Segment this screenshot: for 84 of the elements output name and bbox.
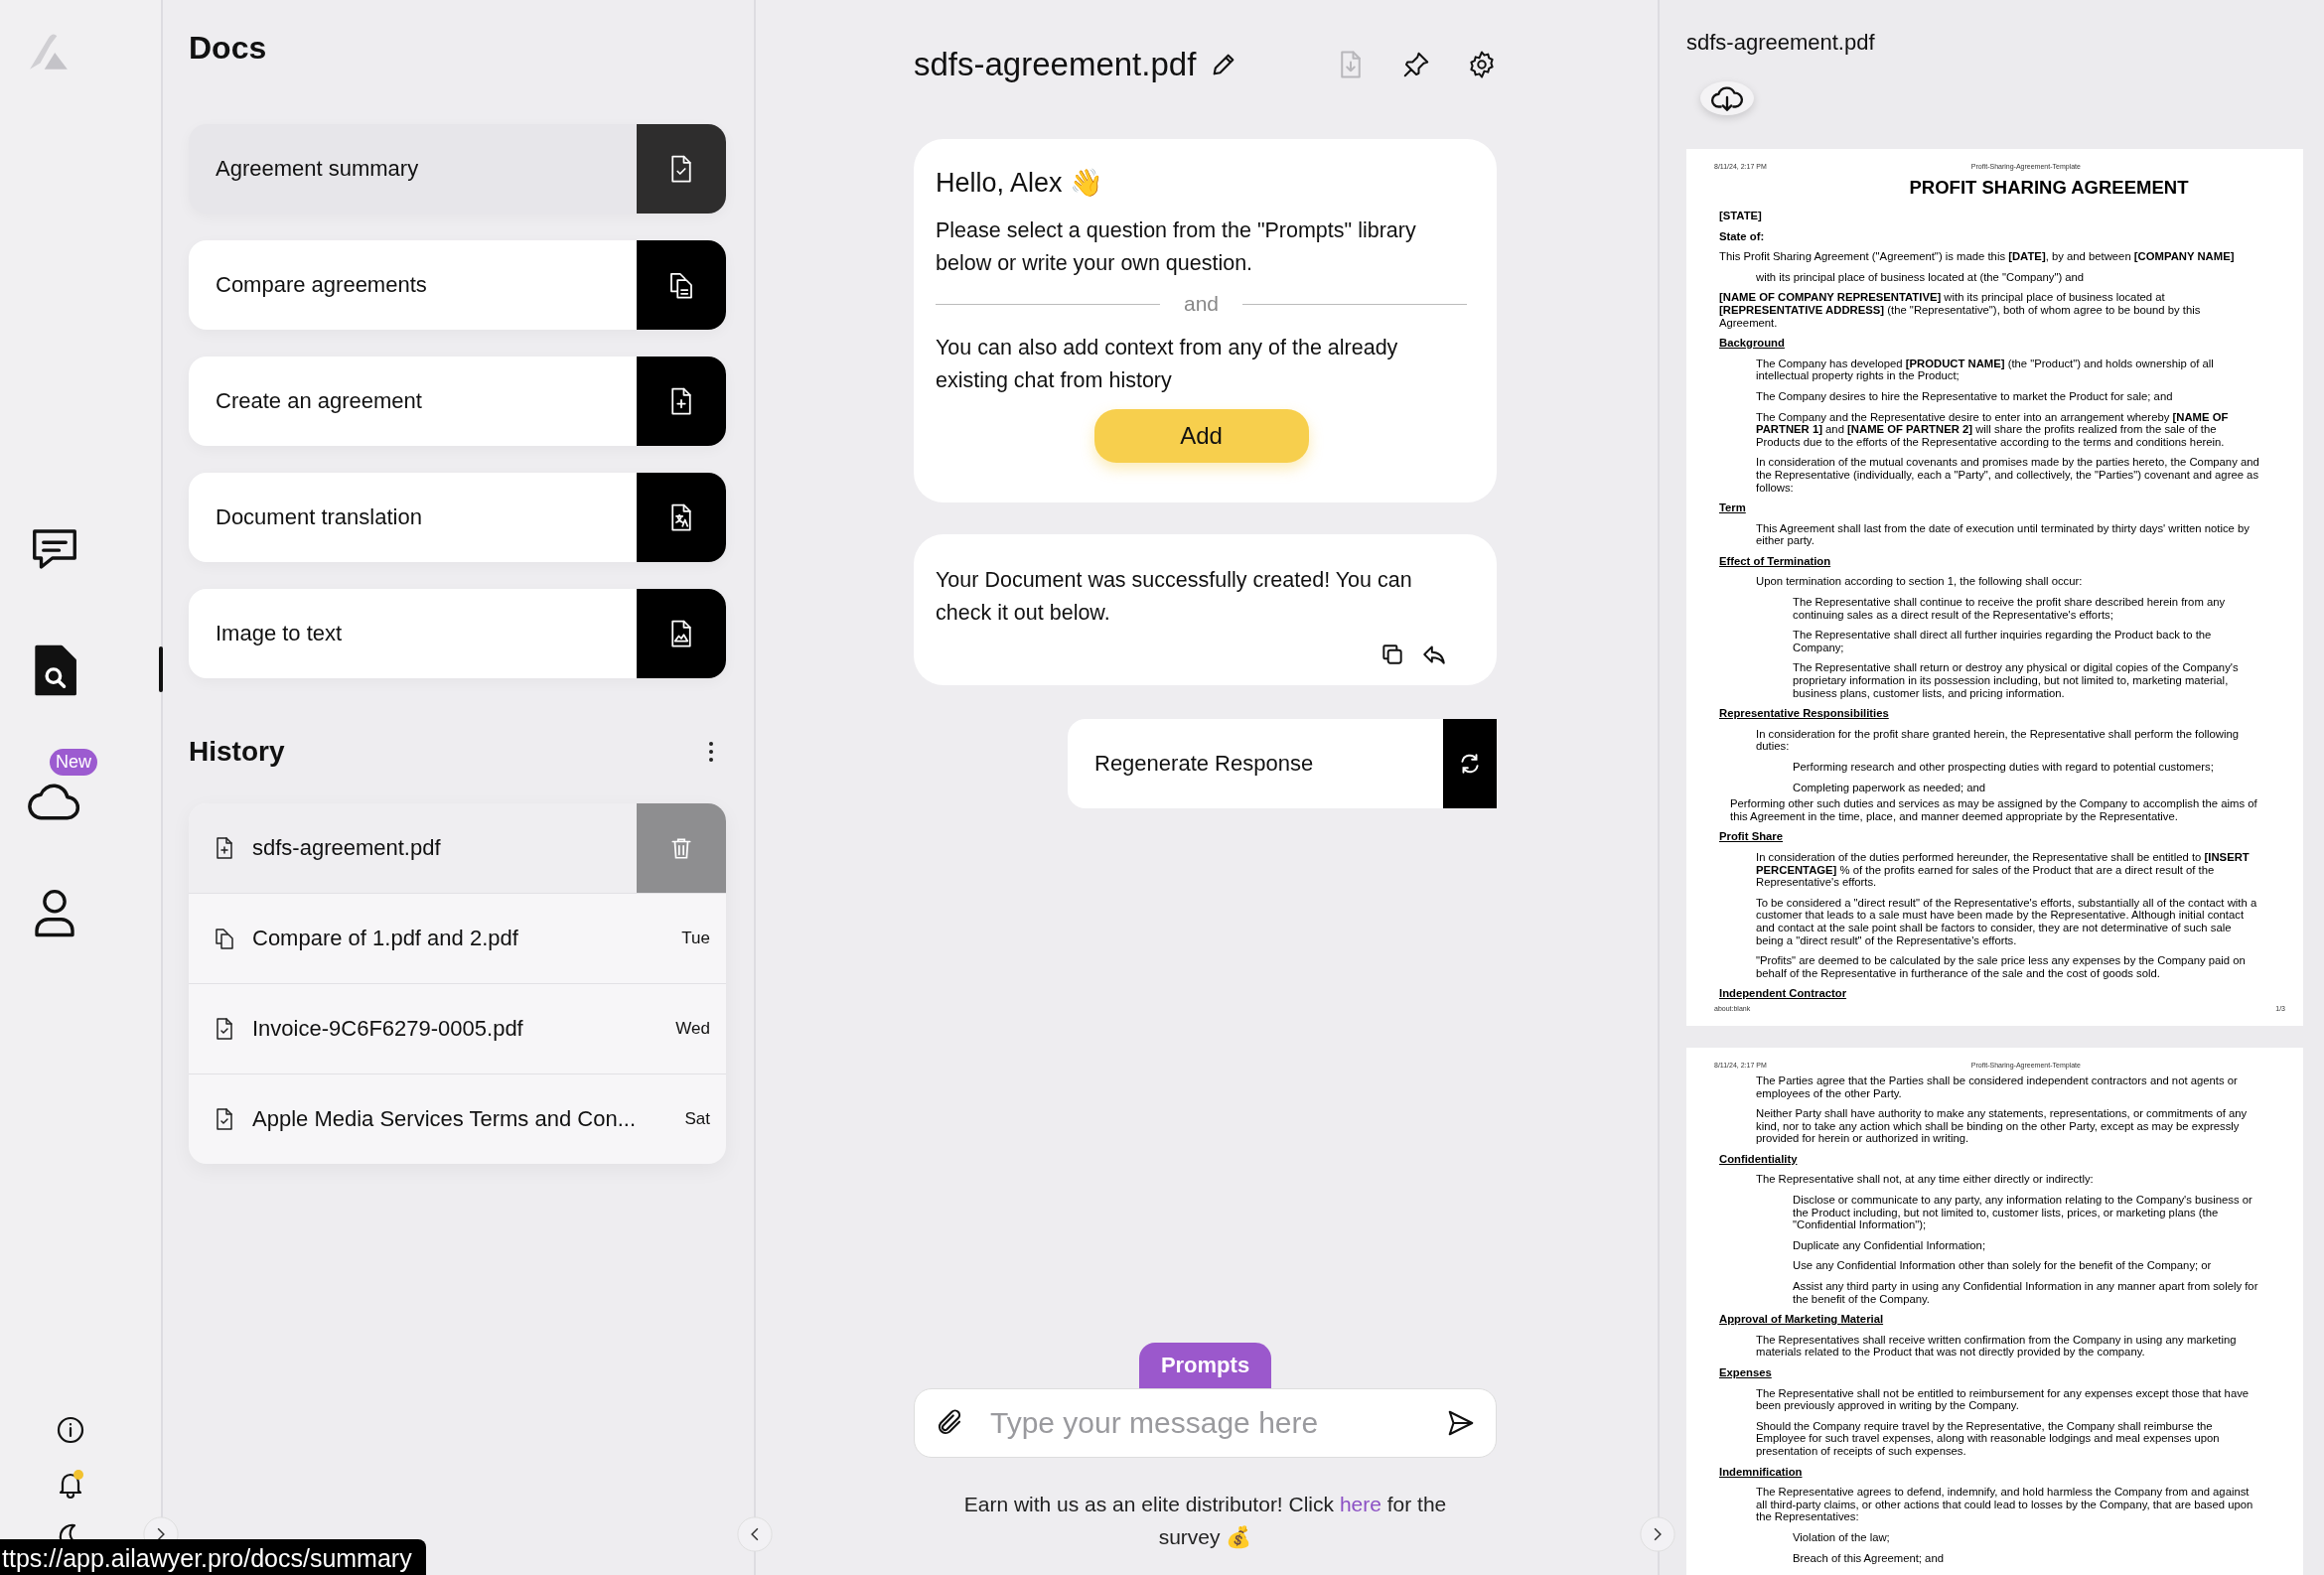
document-paragraph: This Agreement shall last from the date of execution until terminated by thirty days' written notice by either party. — [1756, 521, 2251, 547]
message-text: You can also add context from any of the already existing chat from history — [936, 335, 1399, 394]
document-heading: Profit Share — [1719, 830, 1785, 843]
document-heading: Indemnification — [1719, 1465, 1804, 1479]
document-paragraph: The Company and the Representative desire to enter into an arrangement whereby [NAME OF PARTNER 1] and [NAME OF PARTNER 2] will share the profits realized from the sale of the Products due to the efforts of the Representative according to the terms and conditions herein. — [1756, 410, 2230, 449]
history-item[interactable]: Invoice-9C6F6279-0005.pdf Wed — [189, 983, 726, 1074]
document-paragraph: The Representative agrees to defend, indemnify, and hold harmless the Company from and against all third-party claims, or other actions that could lead to losses by the Company, that are based upon the Representatives: — [1756, 1486, 2254, 1523]
document-list-item: Assist any third party in using any Confidential Information in any manner apart from solely for the benefit of the Company. — [1793, 1280, 2259, 1306]
file-name: Invoice-9C6F6279-0005.pdf — [252, 1016, 524, 1042]
document-heading: Term — [1719, 501, 1747, 514]
document-list-item: The Representative shall continue to receive the profit share described herein from any continuing sales as a direct result of the Representative's efforts; — [1793, 596, 2227, 622]
url-tooltip: ttps://app.ailawyer.pro/docs/summary — [0, 1539, 426, 1575]
document-paragraph: with its principal place of business located at (the "Company") and — [1756, 270, 2086, 284]
file-name: Compare of 1.pdf and 2.pdf — [252, 926, 519, 951]
item-date: Sat — [684, 1109, 710, 1129]
tool-card[interactable]: Compare agreements — [189, 240, 726, 330]
tool-label: Image to text — [215, 621, 344, 646]
document-list-item: The Representative shall direct all further inquiries regarding the Product back to the Company; — [1793, 629, 2213, 654]
document-heading: Expenses — [1719, 1366, 1773, 1379]
document-list-item: Performing research and other prospecting duties with regard to potential customers; — [1793, 761, 2215, 774]
document-paragraph: The Representatives shall receive written confirmation from the Company in using any marketing materials related to the Product that was not directly provided by the company. — [1756, 1333, 2238, 1359]
document-heading: Background — [1719, 337, 1786, 350]
message-input[interactable]: Type your message here — [914, 1388, 1497, 1458]
history-item[interactable]: Compare of 1.pdf and 2.pdf Tue — [189, 893, 726, 983]
message-text: Your Document was successfully created! You can check it out below. — [936, 567, 1413, 627]
document-heading: Representative Responsibilities — [1719, 707, 1890, 720]
document-paragraph: This Profit Sharing Agreement ("Agreement") is made this [DATE], by and between [COMPANY NAME] — [1719, 250, 2236, 263]
tool-card[interactable]: Create an agreement — [189, 357, 726, 446]
promo-text: Earn with us as an elite distributor! Click here for the survey 💰 — [962, 1492, 1448, 1551]
item-date: Tue — [681, 929, 710, 948]
panel-title: Docs — [189, 30, 268, 68]
new-badge: New — [50, 749, 97, 776]
document-list-item: Duplicate any Confidential Information; — [1793, 1238, 1987, 1252]
document-heading: Approval of Marketing Material — [1719, 1313, 1885, 1326]
file-title: sdfs-agreement.pdf — [1686, 30, 1876, 56]
document-heading: Confidentiality — [1719, 1152, 1799, 1166]
document-paragraph: Neither Party shall have authority to make any statements, representations, or commitments of any kind, nor to take any action which shall be binding on the other Party, except as may be expressly provided for herein or authorized in writing. — [1756, 1107, 2249, 1145]
document-list-item: Breach of this Agreement; and — [1793, 1551, 1945, 1565]
tool-label: Create an agreement — [215, 388, 423, 414]
message-text: Please select a question from the "Prompts" library below or write your own question. — [936, 217, 1417, 277]
tool-card[interactable]: Image to text — [189, 589, 726, 678]
document-title: sdfs-agreement.pdf — [914, 46, 1197, 83]
document-paragraph: In consideration for the profit share granted herein, the Representative shall perform the following duties: — [1756, 727, 2241, 753]
tool-card[interactable]: Agreement summary — [189, 124, 726, 214]
document-label: [STATE] — [1719, 210, 1763, 222]
document-label: State of: — [1719, 229, 1766, 243]
document-paragraph: Upon termination according to section 1, the following shall occur: — [1756, 575, 2084, 589]
history-item[interactable]: sdfs-agreement.pdf — [189, 803, 726, 893]
add-button[interactable]: Add — [1093, 409, 1309, 463]
tool-label: Agreement summary — [215, 156, 420, 182]
document-paragraph: In consideration of the mutual covenants and promises made by the parties hereto, the Company and the Representative (individually, each a "Party", and collectively, the "Parties") covenant and agree as follows: — [1756, 456, 2259, 495]
prompts-tab[interactable]: Prompts — [1138, 1343, 1272, 1388]
tool-label: Compare agreements — [215, 272, 428, 298]
document-list-item: Disclose or communicate to any party, any information relating to the Company's business or the Product including, but not limited to, customer lists, prices, or marketing plans (the "Confidential Information"); — [1793, 1194, 2253, 1231]
document-heading: Independent Contractor — [1719, 987, 1848, 1000]
document-paragraph: Should the Company require travel by the Representative, the Company shall reimburse the Employee for such travel expenses, along with reasonable lodgings and meal expenses upon presentation of receipts of such expenses. — [1756, 1419, 2221, 1458]
document-paragraph: "Profits" are deemed to be calculated by the sale price less any expenses by the Company paid on behalf of the Representative in furtherance of the sale and the cost of goods sold. — [1756, 954, 2247, 980]
document-list-item: Completing paperwork as needed; and — [1793, 781, 1987, 794]
file-name: Apple Media Services Terms and Con... — [252, 1106, 637, 1132]
document-paragraph: The Parties agree that the Parties shall be considered independent contractors and not agents or employees of the other Party. — [1756, 1074, 2239, 1100]
document-list-item: The Representative shall return or destroy any physical or digital copies of the Company's proprietary information in its possession including, but not limited to, marketing material, business plans, customer lists, and pricing information. — [1793, 661, 2240, 700]
document-list-item: Use any Confidential Information other than solely for the benefit of the Company; or — [1793, 1259, 2213, 1273]
section-title: History — [189, 736, 285, 768]
document-title: PROFIT SHARING AGREEMENT — [1908, 176, 2190, 200]
survey-link[interactable]: here — [1339, 1493, 1381, 1515]
file-name: sdfs-agreement.pdf — [252, 835, 442, 861]
document-paragraph: The Representative shall not, at any time either directly or indirectly: — [1756, 1173, 2095, 1187]
document-paragraph: In consideration of the duties performed hereunder, the Representative shall be entitled to [INSERT PERCENTAGE] % of the profits earned for sales of the Product that are a direct result of the Representative's efforts. — [1756, 850, 2251, 889]
document-heading: Effect of Termination — [1719, 554, 1832, 568]
greeting: Hello, Alex 👋 — [936, 167, 1105, 199]
tool-label: Document translation — [215, 504, 423, 530]
regenerate-button[interactable]: Regenerate Response — [1068, 719, 1497, 808]
message-field[interactable]: Type your message here — [988, 1405, 1446, 1441]
document-paragraph: Performing other such duties and services as may be assigned by the Company to accomplish the aims of this Agreement in the time, place, and manner deemed appropriate by the Representative. — [1730, 797, 2258, 823]
divider-label: and — [1184, 292, 1220, 316]
history-item[interactable]: Apple Media Services Terms and Con... Sat — [189, 1074, 726, 1164]
item-date: Wed — [675, 1019, 710, 1039]
document-list-item: Violation of the law; — [1793, 1530, 1891, 1544]
document-paragraph: [NAME OF COMPANY REPRESENTATIVE] with its principal place of business located at [REPRESENTATIVE ADDRESS] (the "Representative"), both of whom agree to be bound by this Agreement. — [1719, 291, 2202, 330]
document-paragraph: The Representative shall not be entitled to reimbursement for any expenses except those that have been previously approved in writing by the Company. — [1756, 1386, 2251, 1412]
tool-card[interactable]: Document translation — [189, 473, 726, 562]
document-paragraph: The Company desires to hire the Representative to market the Product for sale; and — [1756, 389, 2174, 403]
document-paragraph: To be considered a "direct result" of the Representative's efforts, substantially all of the contact with a customer that leads to a sale must have been made by the Representative. Although initial contact and contact at the sale point shall be factors to consider, they are not determinative of such sale being a "direct result" of the Representative's efforts. — [1756, 896, 2258, 947]
document-paragraph: The Company has developed [PRODUCT NAME] (the "Product") and holds ownership of all intellectual property rights in the Product; — [1756, 357, 2215, 382]
